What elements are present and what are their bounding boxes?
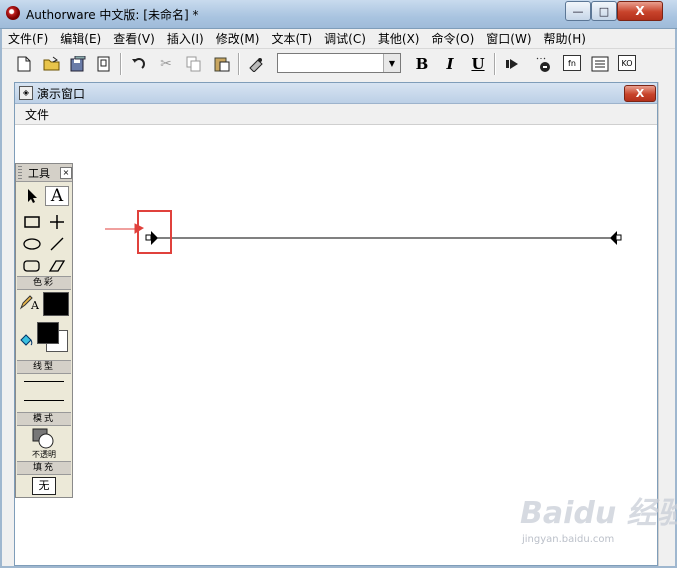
menu-insert[interactable]: 插入(I) — [161, 30, 210, 47]
restart-icon[interactable] — [502, 54, 522, 74]
underline-button[interactable]: U — [468, 54, 488, 74]
mode-section-label: 模式 — [17, 412, 71, 426]
menu-view[interactable]: 查看(V) — [107, 30, 161, 47]
presentation-menu-bar: 文件 — [15, 104, 657, 125]
italic-button[interactable]: I — [440, 54, 460, 74]
menu-text[interactable]: 文本(T) — [265, 30, 318, 47]
paint-bucket-icon — [17, 330, 35, 350]
menu-modify[interactable]: 修改(M) — [210, 30, 266, 47]
toolbar-separator — [120, 53, 121, 75]
toolbar-separator — [238, 53, 239, 75]
variables-window-icon[interactable] — [590, 54, 610, 74]
presentation-title-bar: ◈ 演示窗口 X — [15, 83, 657, 104]
close-button[interactable]: X — [617, 1, 663, 21]
menu-control[interactable]: 调试(C) — [318, 30, 372, 47]
knowledge-objects-icon[interactable]: KO — [618, 55, 636, 71]
fill-none-button[interactable]: 无 — [32, 477, 56, 495]
palette-title: 工具 — [28, 167, 50, 180]
annotation-highlight-box — [137, 210, 172, 254]
color-section-label: 色彩 — [17, 276, 71, 290]
mode-value: 不透明 — [32, 450, 56, 459]
presentation-menu-file[interactable]: 文件 — [25, 106, 49, 123]
menu-file[interactable]: 文件(F) — [2, 30, 54, 47]
menu-commands[interactable]: 命令(O) — [425, 30, 480, 47]
find-icon[interactable] — [246, 54, 266, 74]
menu-edit[interactable]: 编辑(E) — [54, 30, 107, 47]
tool-palette: 工具 × A 色彩 A 线型 模式 不透明 填充 无 — [15, 163, 73, 498]
baidu-watermark-url: jingyan.baidu.com — [522, 534, 615, 545]
palette-close-icon[interactable]: × — [60, 167, 72, 179]
font-select[interactable]: ▼ — [277, 53, 401, 73]
line-style-thin[interactable] — [24, 381, 64, 382]
paste-icon[interactable] — [212, 54, 232, 74]
menu-bar: 文件(F) 编辑(E) 查看(V) 插入(I) 修改(M) 文本(T) 调试(C… — [2, 29, 675, 48]
import-icon[interactable] — [94, 54, 114, 74]
app-title-bar: Authorware 中文版: [未命名] * — □ X — [0, 0, 677, 29]
cut-icon[interactable]: ✂ — [156, 54, 176, 74]
main-toolbar: ✂ ▼ B I U fn KO — [2, 48, 675, 80]
copy-icon[interactable] — [184, 54, 204, 74]
polygon-tool-icon[interactable] — [45, 256, 69, 276]
presentation-window-icon: ◈ — [19, 86, 33, 100]
undo-icon[interactable] — [128, 54, 148, 74]
bold-button[interactable]: B — [412, 54, 432, 74]
line-end-handle[interactable] — [615, 234, 622, 241]
opaque-mode-icon[interactable] — [32, 428, 56, 450]
presentation-close-button[interactable]: X — [624, 85, 656, 102]
save-all-icon[interactable] — [68, 54, 88, 74]
ellipse-tool-icon[interactable] — [20, 234, 44, 254]
line-style-section-label: 线型 — [17, 360, 71, 374]
functions-window-icon[interactable]: fn — [563, 55, 581, 71]
menu-help[interactable]: 帮助(H) — [538, 30, 592, 47]
toolbar-separator — [494, 53, 495, 75]
maximize-button[interactable]: □ — [591, 1, 617, 21]
presentation-title: 演示窗口 — [37, 87, 86, 101]
foreground-color-swatch[interactable] — [37, 322, 59, 344]
pointer-tool-icon[interactable] — [20, 186, 44, 206]
diagonal-line-tool-icon[interactable] — [45, 234, 69, 254]
control-panel-icon[interactable] — [534, 54, 554, 74]
menu-xtras[interactable]: 其他(X) — [372, 30, 426, 47]
chevron-down-icon[interactable]: ▼ — [383, 54, 400, 72]
rounded-rectangle-tool-icon[interactable] — [20, 256, 44, 276]
open-folder-icon[interactable] — [42, 54, 62, 74]
minimize-button[interactable]: — — [565, 1, 591, 21]
menu-window[interactable]: 窗口(W) — [480, 30, 537, 47]
authorware-app-icon — [6, 6, 20, 20]
new-file-icon[interactable] — [14, 54, 34, 74]
text-color-label: A — [31, 298, 39, 312]
crosshair-tool-icon[interactable] — [45, 212, 69, 232]
text-tool-icon[interactable]: A — [45, 186, 69, 206]
line-color-swatch[interactable] — [43, 292, 69, 316]
palette-drag-grip[interactable] — [18, 166, 22, 179]
baidu-watermark: Baidu 经验 — [520, 496, 677, 531]
palette-title-bar[interactable]: 工具 × — [16, 164, 72, 182]
window-title: Authorware 中文版: [未命名] * — [26, 8, 199, 22]
line-style-arrow[interactable] — [24, 400, 64, 401]
fill-section-label: 填充 — [17, 461, 71, 475]
rectangle-tool-icon[interactable] — [20, 212, 44, 232]
